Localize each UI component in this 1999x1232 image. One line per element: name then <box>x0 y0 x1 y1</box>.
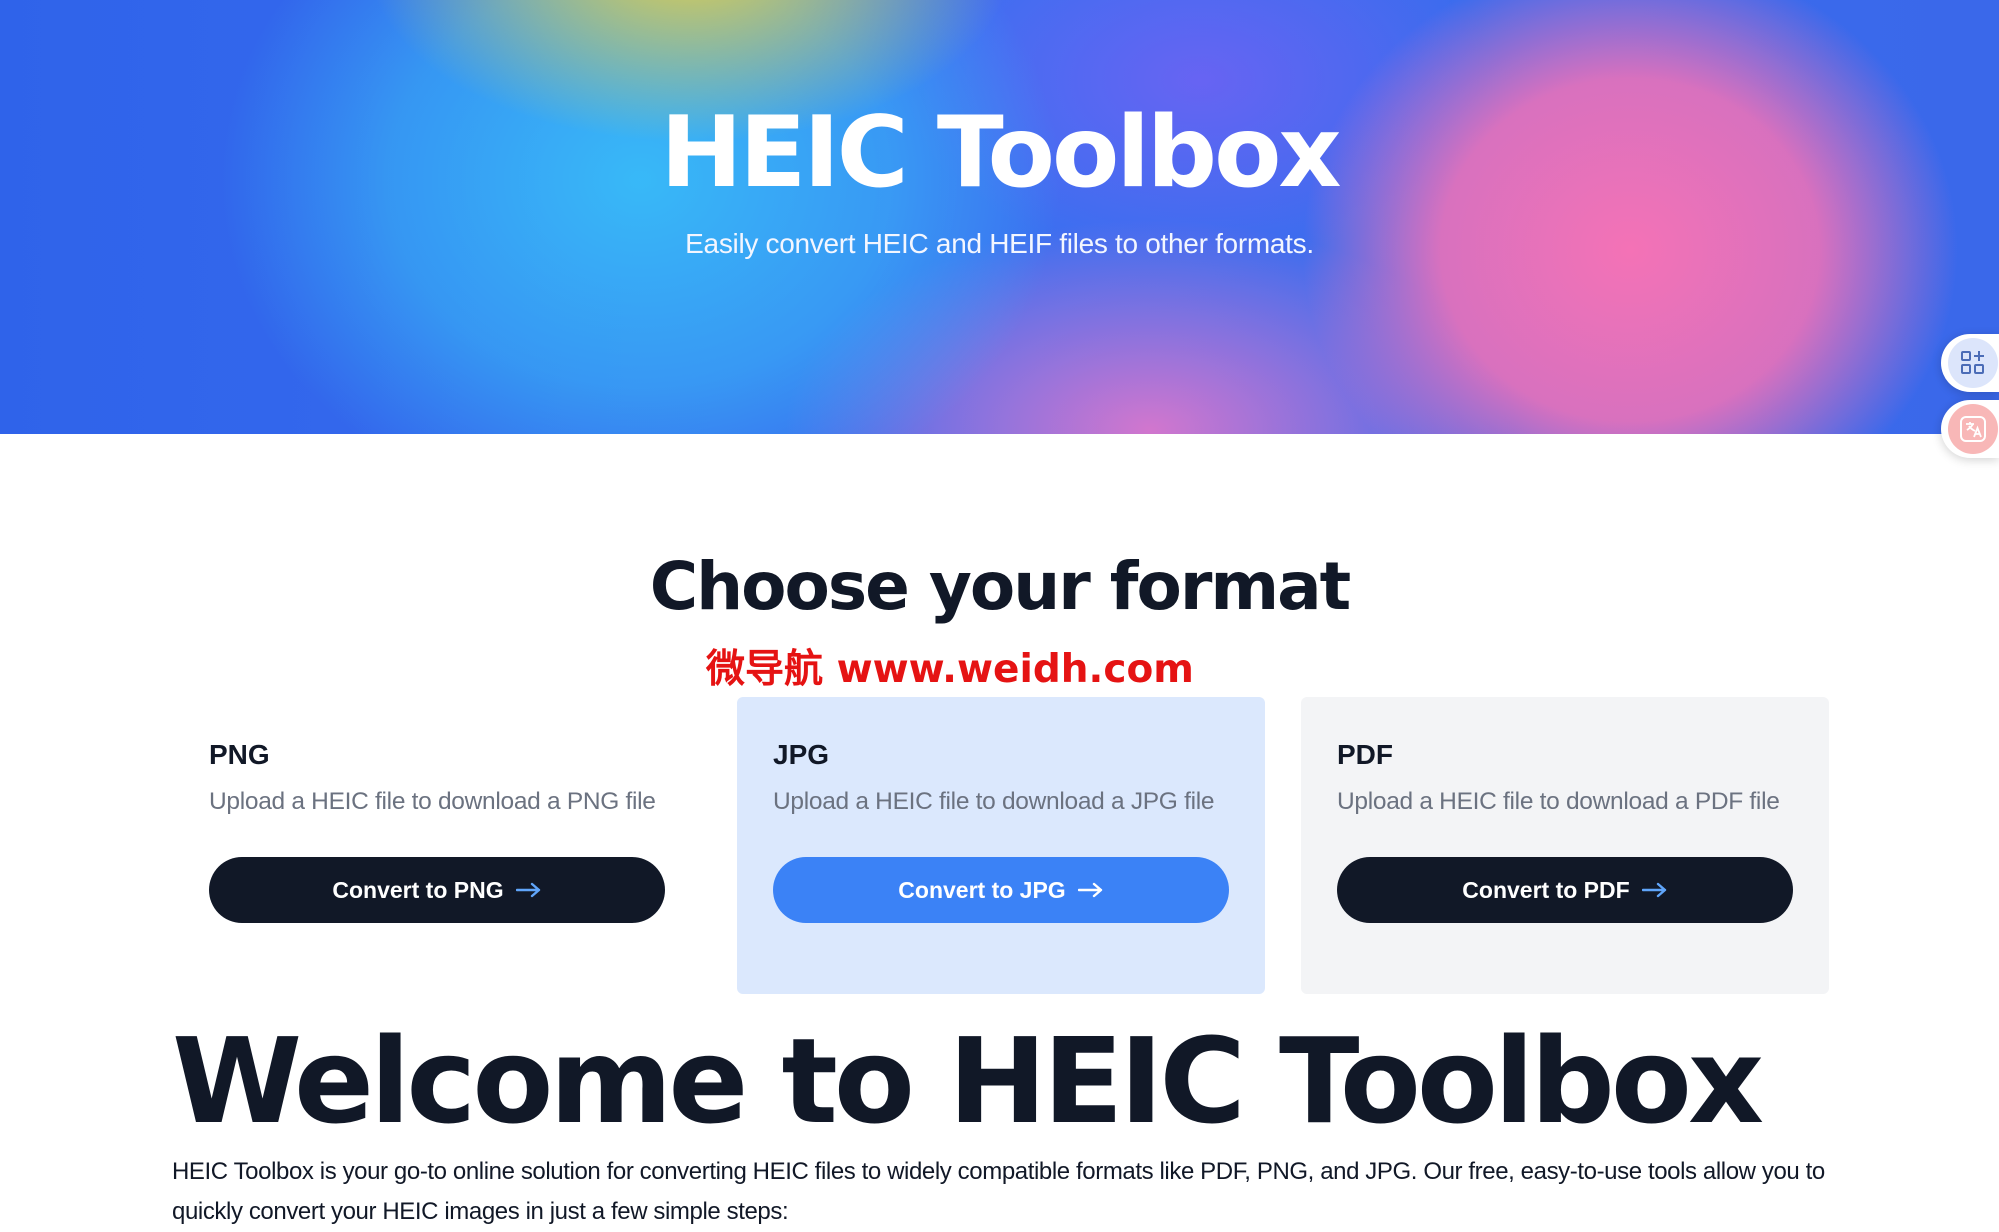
button-label: Convert to JPG <box>898 876 1066 903</box>
card-title: JPG <box>773 739 830 770</box>
apps-widget-button[interactable] <box>1941 334 1999 392</box>
apps-add-icon <box>1948 338 1998 388</box>
arrow-right-icon <box>1077 882 1102 898</box>
button-label: Convert to PDF <box>1462 876 1630 903</box>
watermark-text: 微导航 www.weidh.com <box>706 647 1194 692</box>
card-title: PDF <box>1337 739 1393 770</box>
translate-widget-button[interactable] <box>1941 400 1999 458</box>
convert-to-png-button[interactable]: Convert to PNG <box>209 857 665 923</box>
card-description: Upload a HEIC file to download a PNG fil… <box>209 788 656 815</box>
format-card-png: PNG Upload a HEIC file to download a PNG… <box>173 697 701 994</box>
card-description: Upload a HEIC file to download a PDF fil… <box>1337 788 1780 815</box>
hero-banner: HEIC Toolbox Easily convert HEIC and HEI… <box>0 0 1999 434</box>
hero-subtitle: Easily convert HEIC and HEIF files to ot… <box>685 228 1314 259</box>
intro-paragraph: HEIC Toolbox is your go-to online soluti… <box>172 1158 1825 1225</box>
convert-to-pdf-button[interactable]: Convert to PDF <box>1337 857 1793 923</box>
hero-title: HEIC Toolbox <box>660 96 1341 210</box>
welcome-heading: Welcome to HEIC Toolbox <box>172 1012 1764 1150</box>
translate-icon <box>1948 404 1998 454</box>
convert-to-jpg-button[interactable]: Convert to JPG <box>773 857 1229 923</box>
card-title: PNG <box>209 739 270 770</box>
arrow-right-icon <box>1641 882 1666 898</box>
button-label: Convert to PNG <box>332 876 504 903</box>
format-card-jpg: JPG Upload a HEIC file to download a JPG… <box>737 697 1265 994</box>
section-title: Choose your format <box>649 548 1351 625</box>
format-card-pdf: PDF Upload a HEIC file to download a PDF… <box>1301 697 1829 994</box>
card-description: Upload a HEIC file to download a JPG fil… <box>773 788 1215 815</box>
arrow-right-icon <box>515 882 540 898</box>
